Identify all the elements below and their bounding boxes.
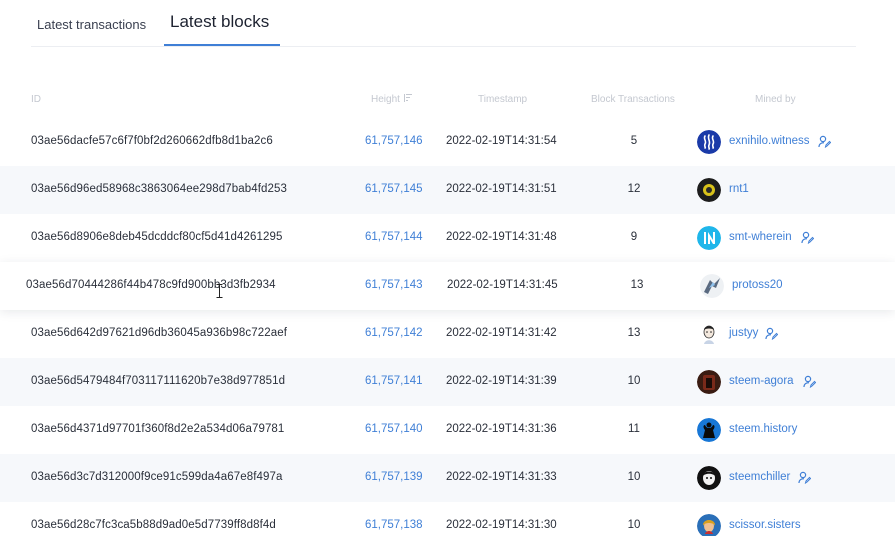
table-row: 03ae56d96ed58968c3863064ee298d7bab4fd253… xyxy=(0,166,895,214)
block-height-link[interactable]: 61,757,144 xyxy=(365,231,423,243)
block-timestamp: 2022-02-19T14:31:54 xyxy=(446,135,557,147)
block-timestamp: 2022-02-19T14:31:48 xyxy=(446,231,557,243)
tab-latest-transactions[interactable]: Latest transactions xyxy=(37,0,149,46)
column-header-timestamp: Timestamp xyxy=(478,94,528,105)
block-id: 03ae56d8906e8deb45dcddcf80cf5d41d4261295 xyxy=(31,231,283,243)
tabs-divider xyxy=(31,46,856,47)
block-timestamp: 2022-02-19T14:31:30 xyxy=(446,519,557,531)
tab-bar: Latest transactions Latest blocks xyxy=(0,0,895,48)
block-height-link[interactable]: 61,757,141 xyxy=(365,375,423,387)
steem-history-avatar[interactable] xyxy=(697,418,721,442)
block-height-link[interactable]: 61,757,143 xyxy=(365,279,423,291)
table-row: 03ae56d8906e8deb45dcddcf80cf5d41d4261295… xyxy=(0,214,895,262)
block-id: 03ae56d5479484f703117111620b7e38d977851d xyxy=(31,375,286,387)
block-height-link[interactable]: 61,757,142 xyxy=(365,327,423,339)
column-header-block-transactions: Block Transactions xyxy=(591,94,675,105)
table-row: 03ae56d28c7fc3ca5b88d9ad0e5d7739ff8d8f4d… xyxy=(0,502,895,536)
block-transaction-count: 13 xyxy=(630,279,644,291)
column-header-height[interactable]: Height xyxy=(371,94,412,105)
block-id: 03ae56d3c7d312000f9ce91c599da4a67e8f497a xyxy=(31,471,283,483)
protoss-avatar[interactable] xyxy=(700,274,724,298)
tab-latest-transactions-label: Latest transactions xyxy=(37,17,147,32)
block-timestamp: 2022-02-19T14:31:39 xyxy=(446,375,557,387)
block-timestamp: 2022-02-19T14:31:51 xyxy=(446,183,557,195)
miner-link[interactable]: smt-wherein xyxy=(729,231,792,243)
block-transaction-count: 12 xyxy=(627,183,641,195)
block-id: 03ae56d28c7fc3ca5b88d9ad0e5d7739ff8d8f4d xyxy=(31,519,276,531)
rnt1-avatar[interactable] xyxy=(697,178,721,202)
block-id: 03ae56dacfe57c6f7f0bf2d260662dfb8d1ba2c6 xyxy=(31,135,273,147)
table-row: 03ae56d3c7d312000f9ce91c599da4a67e8f497a… xyxy=(0,454,895,502)
steem-agora-avatar[interactable] xyxy=(697,370,721,394)
column-header-height-label: Height xyxy=(371,94,400,105)
block-transaction-count: 10 xyxy=(627,519,641,531)
miner-link[interactable]: rnt1 xyxy=(729,183,749,195)
block-timestamp: 2022-02-19T14:31:42 xyxy=(446,327,557,339)
tab-latest-blocks-label: Latest blocks xyxy=(170,12,270,31)
sort-icon[interactable] xyxy=(403,94,412,102)
block-id: 03ae56d642d97621d96db36045a936b98c722aef xyxy=(31,327,287,339)
block-id: 03ae56d4371d97701f360f8d2e2a534d06a79781 xyxy=(31,423,285,435)
block-timestamp: 2022-02-19T14:31:45 xyxy=(447,279,558,291)
block-height-link[interactable]: 61,757,145 xyxy=(365,183,423,195)
tab-latest-blocks[interactable]: Latest blocks xyxy=(164,0,280,46)
block-height-link[interactable]: 61,757,140 xyxy=(365,423,423,435)
miner-link[interactable]: protoss20 xyxy=(732,279,783,291)
miner-link[interactable]: steem.history xyxy=(729,423,797,435)
blocks-table-body: 03ae56dacfe57c6f7f0bf2d260662dfb8d1ba2c6… xyxy=(0,118,895,536)
steemchiller-avatar[interactable] xyxy=(697,466,721,490)
table-row: 03ae56d4371d97701f360f8d2e2a534d06a79781… xyxy=(0,406,895,454)
justyy-avatar[interactable] xyxy=(697,322,721,346)
witness-vote-icon[interactable] xyxy=(803,375,817,389)
latest-blocks-page: Latest transactions Latest blocks ID Hei… xyxy=(0,0,895,536)
smt-logo-icon[interactable] xyxy=(697,226,721,250)
column-header-mined-by: Mined by xyxy=(755,94,796,105)
table-header: ID Height Timestamp Block Transactions M… xyxy=(0,90,895,110)
miner-link[interactable]: justyy xyxy=(729,327,758,339)
block-transaction-count: 11 xyxy=(628,423,640,435)
table-row: 03ae56d70444286f44b478c9fd900bb3d3fb2934… xyxy=(0,262,895,310)
block-transaction-count: 9 xyxy=(630,231,638,243)
miner-link[interactable]: steem-agora xyxy=(729,375,794,387)
steem-logo-icon[interactable] xyxy=(697,130,721,154)
table-row: 03ae56d642d97621d96db36045a936b98c722aef… xyxy=(0,310,895,358)
block-id: 03ae56d70444286f44b478c9fd900bb3d3fb2934 xyxy=(26,279,276,291)
witness-vote-icon[interactable] xyxy=(765,327,779,341)
miner-link[interactable]: steemchiller xyxy=(729,471,790,483)
block-timestamp: 2022-02-19T14:31:33 xyxy=(446,471,557,483)
witness-vote-icon[interactable] xyxy=(801,231,815,245)
block-id: 03ae56d96ed58968c3863064ee298d7bab4fd253 xyxy=(31,183,287,195)
witness-vote-icon[interactable] xyxy=(818,135,832,149)
block-height-link[interactable]: 61,757,138 xyxy=(365,519,423,531)
table-row: 03ae56dacfe57c6f7f0bf2d260662dfb8d1ba2c6… xyxy=(0,118,895,166)
block-transaction-count: 13 xyxy=(627,327,641,339)
block-height-link[interactable]: 61,757,139 xyxy=(365,471,423,483)
block-timestamp: 2022-02-19T14:31:36 xyxy=(446,423,557,435)
witness-vote-icon[interactable] xyxy=(798,471,812,485)
column-header-id: ID xyxy=(31,94,41,105)
block-height-link[interactable]: 61,757,146 xyxy=(365,135,423,147)
table-row: 03ae56d5479484f703117111620b7e38d977851d… xyxy=(0,358,895,406)
block-transaction-count: 10 xyxy=(627,471,641,483)
block-transaction-count: 5 xyxy=(630,135,638,147)
miner-link[interactable]: scissor.sisters xyxy=(729,519,801,531)
scissor-sisters-avatar[interactable] xyxy=(697,514,721,536)
block-transaction-count: 10 xyxy=(627,375,641,387)
miner-link[interactable]: exnihilo.witness xyxy=(729,135,810,147)
